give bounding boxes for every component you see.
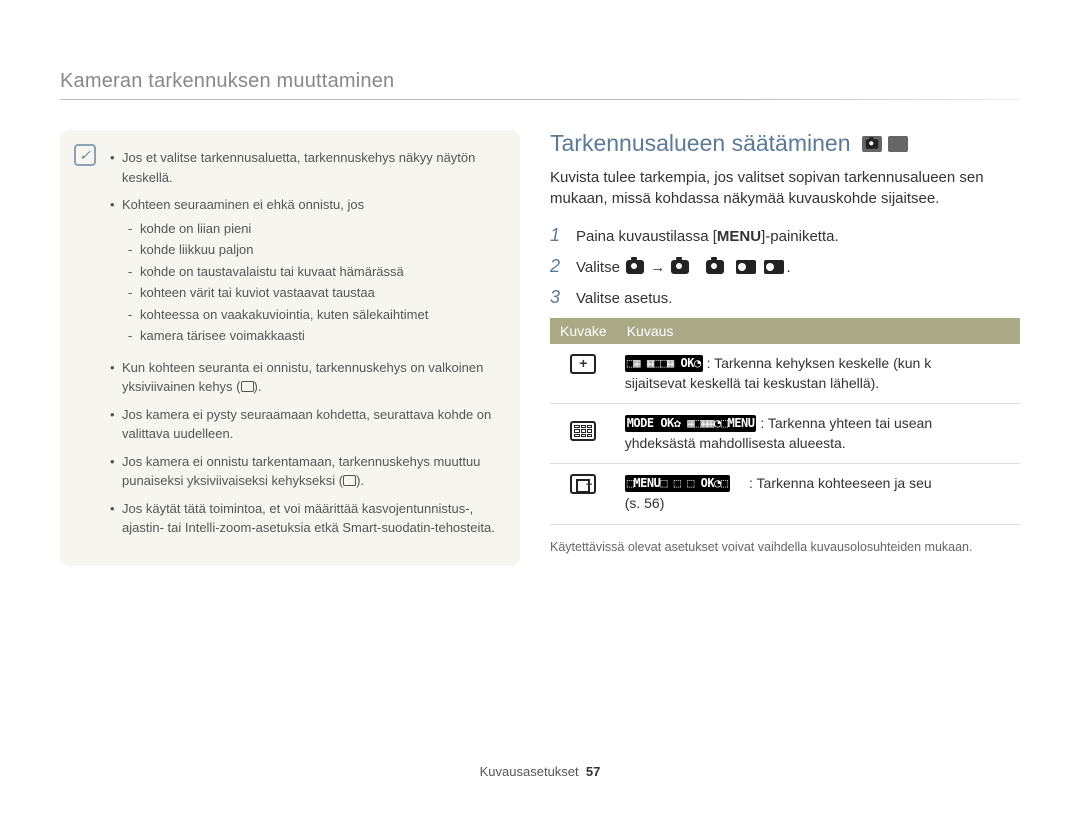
table-row: MODE OK✿ ▦⬚▦▦◔⬚MENU : Tarkenna yhteen ta… [550, 404, 1020, 464]
mode-p-icon [862, 136, 882, 152]
mode-strip-icon: ⬚▦ ▦⬚⬚▦ OK◔ [625, 355, 703, 372]
settings-table: Kuvake Kuvaus ⬚▦ ▦⬚⬚▦ OK◔ : Tarkenna keh… [550, 318, 1020, 525]
step-3: 3 Valitse asetus. [550, 287, 1020, 308]
scene-icon [764, 260, 784, 274]
row-desc: yhdeksästä mahdollisesta alueesta. [625, 435, 846, 451]
row-desc: sijaitsevat keskellä tai keskustan lähel… [625, 375, 879, 391]
note-bullet: Jos käytät tätä toimintoa, et voi määrit… [110, 499, 500, 538]
row-desc: (s. 56) [625, 495, 665, 511]
frame-red-icon [343, 475, 356, 486]
note-sub-bullet: kohteessa on vaakakuviointia, kuten säle… [128, 305, 500, 325]
camera-icon [671, 260, 689, 274]
row-desc: : Tarkenna kohteeseen ja seu [749, 475, 932, 491]
table-row: ⬚MENU⬚ ⬚ ⬚ OK◔⬚ : Tarkenna kohteeseen ja… [550, 464, 1020, 524]
step-number: 3 [550, 287, 566, 308]
section-heading: Tarkennusalueen säätäminen [550, 130, 1020, 157]
note-bullet: Jos kamera ei onnistu tarkentamaan, tark… [110, 452, 500, 491]
page-section-title: Kameran tarkennuksen muuttaminen [60, 70, 1020, 93]
table-header-desc: Kuvaus [617, 318, 1020, 344]
arrow-right-icon: → [650, 259, 665, 276]
tracking-af-icon [570, 474, 596, 494]
note-sub-bullet: kamera tärisee voimakkaasti [128, 326, 500, 346]
row-desc: : Tarkenna kehyksen keskelle (kun k [707, 355, 932, 371]
scene-icon [736, 260, 756, 274]
note-icon: ✓ [74, 144, 96, 166]
mode-strip-icon: ⬚MENU⬚ ⬚ ⬚ OK◔⬚ [625, 475, 730, 492]
table-header-icon: Kuvake [550, 318, 617, 344]
row-desc: : Tarkenna yhteen tai usean [760, 415, 932, 431]
note-sub-bullet: kohde on taustavalaistu tai kuvaat hämär… [128, 262, 500, 282]
note-bullet: Kun kohteen seuranta ei onnistu, tarkenn… [110, 358, 500, 397]
step-number: 2 [550, 256, 566, 277]
mode-scene-icon [888, 136, 908, 152]
note-bullet: Kohteen seuraaminen ei ehkä onnistu, jos… [110, 195, 500, 350]
camera-icon [706, 260, 724, 274]
multi-af-icon [570, 421, 596, 441]
note-bullet: Jos et valitse tarkennusaluetta, tarkenn… [110, 148, 500, 187]
note-bullet: Jos kamera ei pysty seuraamaan kohdetta,… [110, 405, 500, 444]
note-box: ✓ Jos et valitse tarkennusaluetta, tarke… [60, 130, 520, 566]
table-footnote: Käytettävissä olevat asetukset voivat va… [550, 539, 1020, 557]
menu-button-label: MENU [717, 228, 761, 245]
note-sub-bullet: kohteen värit tai kuviot vastaavat taust… [128, 283, 500, 303]
table-row: ⬚▦ ▦⬚⬚▦ OK◔ : Tarkenna kehyksen keskelle… [550, 344, 1020, 404]
section-intro: Kuvista tulee tarkempia, jos valitset so… [550, 167, 1020, 209]
frame-white-icon [241, 381, 254, 392]
header-rule [60, 99, 1020, 100]
page-footer: Kuvausasetukset 57 [0, 764, 1080, 779]
mode-strip-icon: MODE OK✿ ▦⬚▦▦◔⬚MENU [625, 415, 757, 432]
step-2: 2 Valitse → . [550, 256, 1020, 277]
center-af-icon [570, 354, 596, 374]
step-number: 1 [550, 225, 566, 246]
note-sub-bullet: kohde liikkuu paljon [128, 240, 500, 260]
camera-icon [626, 260, 644, 274]
step-1: 1 Paina kuvaustilassa [MENU]-painiketta. [550, 225, 1020, 246]
note-sub-bullet: kohde on liian pieni [128, 219, 500, 239]
